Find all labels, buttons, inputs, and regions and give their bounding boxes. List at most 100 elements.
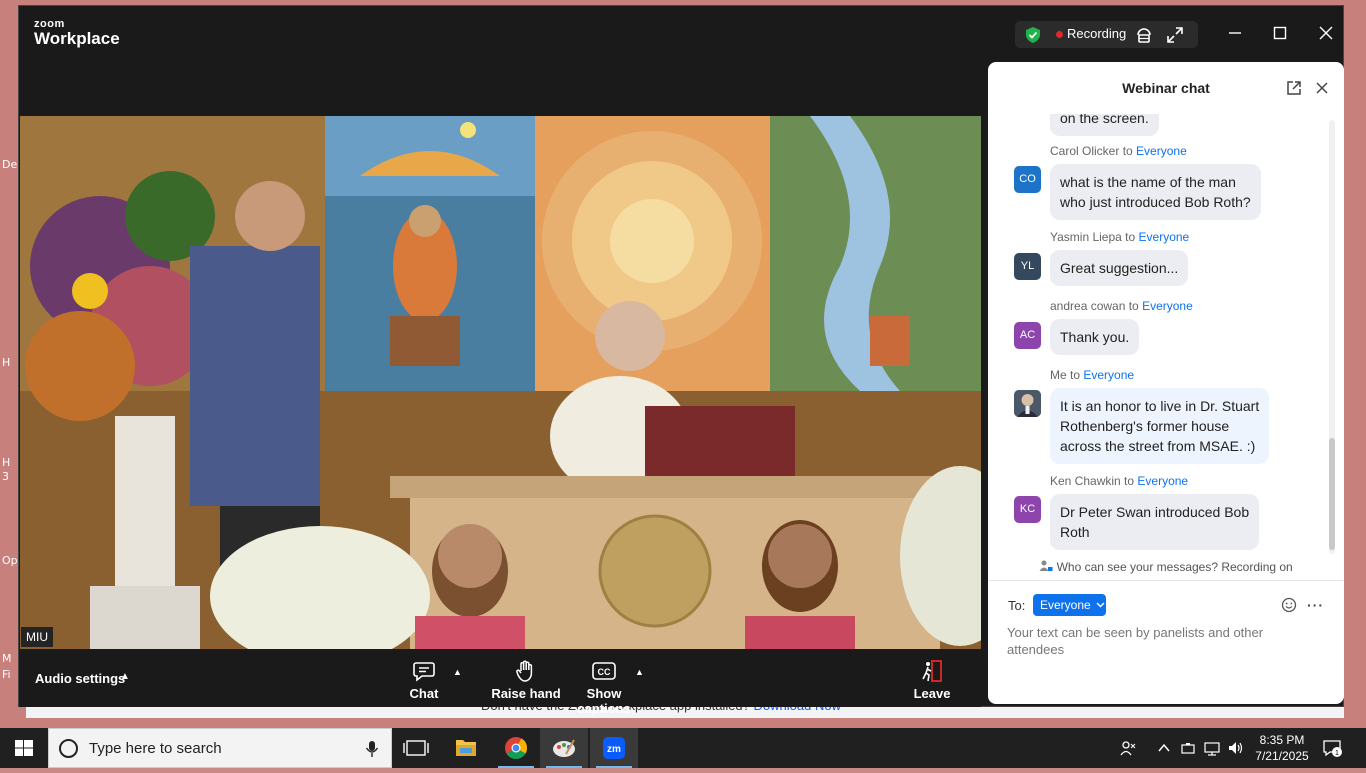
more-options-icon[interactable]: ···	[1307, 597, 1324, 613]
recording-status[interactable]: Recording	[1015, 21, 1198, 48]
emoji-icon[interactable]	[1281, 597, 1297, 613]
chat-message-list[interactable]: on the screen. Carol Olicker to Everyone…	[988, 114, 1344, 552]
video-top-bar	[19, 58, 981, 116]
chrome-icon	[505, 737, 527, 759]
folder-icon	[456, 740, 476, 756]
view-options-icon[interactable]	[1135, 26, 1153, 44]
recipient-dropdown[interactable]: Everyone	[1033, 594, 1106, 616]
desktop-icon-label[interactable]: H	[2, 356, 10, 369]
message-line: what is the name of the man	[1060, 174, 1236, 190]
zoom-app-icon: zm	[603, 737, 625, 759]
paint-icon	[553, 739, 575, 757]
message-line: Dr Peter Swan introduced Bob	[1060, 504, 1250, 520]
avatar[interactable]: CO	[1014, 166, 1041, 193]
shield-check-icon	[1026, 27, 1040, 43]
divider	[988, 580, 1344, 581]
task-view-icon	[403, 740, 429, 756]
desktop-icon-label[interactable]: De	[2, 158, 17, 171]
desktop-icon-label[interactable]: Op	[2, 554, 18, 567]
chat-message-input[interactable]	[1007, 624, 1307, 664]
leave-label: Leave	[913, 686, 951, 701]
leave-button[interactable]: Leave	[912, 659, 952, 701]
notifications-icon[interactable]: 1	[1322, 739, 1342, 757]
chevron-down-icon	[1096, 602, 1105, 608]
recording-label: Recording	[1067, 26, 1127, 41]
popout-icon[interactable]	[1286, 80, 1302, 96]
chat-message-bubble: on the screen.	[1050, 114, 1159, 136]
windows-start-icon[interactable]	[0, 728, 48, 768]
desktop-icon-label[interactable]: 3	[2, 470, 9, 483]
svg-text:zm: zm	[607, 744, 621, 755]
visibility-notice-text: Who can see your messages? Recording on	[1056, 560, 1293, 574]
video-feed[interactable]	[20, 116, 981, 649]
chat-button[interactable]: Chat	[404, 659, 444, 701]
search-placeholder: Type here to search	[89, 740, 222, 757]
message-line: across the street from MSAE. :)	[1060, 438, 1256, 454]
system-clock[interactable]: 8:35 PM 7/21/2025	[1250, 732, 1314, 764]
close-icon[interactable]	[1315, 81, 1329, 95]
message-sender: Yasmin Liepa to Everyone	[1050, 230, 1190, 244]
avatar[interactable]: KC	[1014, 496, 1041, 523]
message-line: Roth	[1060, 524, 1090, 540]
people-icon[interactable]	[1120, 740, 1136, 756]
message-line: Thank you.	[1060, 329, 1130, 345]
recipient-link[interactable]: Everyone	[1083, 368, 1134, 382]
title-bar: zoom Workplace Recording	[19, 6, 1343, 58]
clock-date: 7/21/2025	[1255, 749, 1309, 763]
clock-time: 8:35 PM	[1259, 733, 1305, 747]
message-sender: Carol Olicker to Everyone	[1050, 144, 1187, 158]
chat-message-bubble: It is an honor to live in Dr. Stuart Rot…	[1050, 388, 1270, 464]
raise-hand-icon	[516, 660, 533, 682]
chat-scrollbar-thumb[interactable]	[1329, 438, 1335, 550]
avatar[interactable]: YL	[1014, 253, 1041, 280]
recipient-link[interactable]: Everyone	[1136, 144, 1187, 158]
fullscreen-icon[interactable]	[1166, 26, 1184, 44]
taskbar-file-explorer[interactable]	[442, 728, 490, 768]
recipient-link[interactable]: Everyone	[1139, 230, 1190, 244]
taskbar-chrome[interactable]	[492, 728, 540, 768]
notification-count: 1	[1335, 750, 1339, 757]
microphone-icon[interactable]	[365, 740, 379, 758]
message-text: on the screen.	[1060, 114, 1149, 126]
message-sender: Me to Everyone	[1050, 368, 1135, 382]
chevron-up-icon[interactable]: ▲	[635, 667, 644, 677]
chat-icon	[413, 662, 435, 682]
raise-hand-button[interactable]: Raise hand	[481, 659, 571, 701]
chevron-up-icon[interactable]	[1156, 740, 1172, 756]
chat-button-label: Chat	[409, 686, 439, 701]
battery-icon[interactable]	[1180, 740, 1196, 756]
close-window-icon[interactable]	[1315, 22, 1337, 44]
show-captions-button[interactable]: CC Show captions	[564, 659, 644, 716]
chat-message-bubble: Dr Peter Swan introduced Bob Roth	[1050, 494, 1260, 550]
avatar[interactable]	[1014, 390, 1041, 417]
chevron-up-icon[interactable]: ▲	[120, 671, 130, 682]
message-sender: andrea cowan to Everyone	[1050, 299, 1193, 313]
audio-settings-button[interactable]: Audio settings	[35, 671, 125, 686]
minimize-icon[interactable]	[1224, 22, 1246, 44]
recipient-link[interactable]: Everyone	[1142, 299, 1193, 313]
raise-hand-label: Raise hand	[491, 686, 561, 701]
chat-message-bubble: Great suggestion...	[1050, 250, 1189, 286]
desktop-icon-label[interactable]: H	[2, 456, 10, 469]
webinar-chat-panel: Webinar chat on the screen. Carol Olicke…	[988, 62, 1344, 704]
desktop-icon-label[interactable]: Fi	[2, 668, 11, 681]
desktop-icon-label[interactable]: M	[2, 652, 12, 665]
avatar[interactable]: AC	[1014, 322, 1041, 349]
visibility-notice[interactable]: Who can see your messages? Recording on	[988, 560, 1344, 574]
chevron-up-icon[interactable]: ▲	[453, 667, 462, 677]
message-line: who just introduced Bob Roth?	[1060, 194, 1251, 210]
chat-header: Webinar chat	[988, 62, 1344, 114]
recipient-dropdown-value: Everyone	[1040, 598, 1091, 612]
taskbar-paint[interactable]	[540, 728, 588, 768]
recording-dot-icon	[1056, 31, 1063, 38]
maximize-icon[interactable]	[1269, 22, 1291, 44]
webinar-video-frame	[20, 116, 981, 649]
captions-icon: CC	[592, 662, 616, 680]
volume-icon[interactable]	[1228, 740, 1244, 756]
network-icon[interactable]	[1204, 740, 1220, 756]
taskbar-zoom[interactable]: zm	[590, 728, 638, 768]
taskbar-search-box[interactable]: Type here to search	[48, 728, 392, 768]
recipient-link[interactable]: Everyone	[1137, 474, 1188, 488]
logo-big-text: Workplace	[34, 29, 120, 48]
task-view-button[interactable]	[392, 728, 440, 768]
